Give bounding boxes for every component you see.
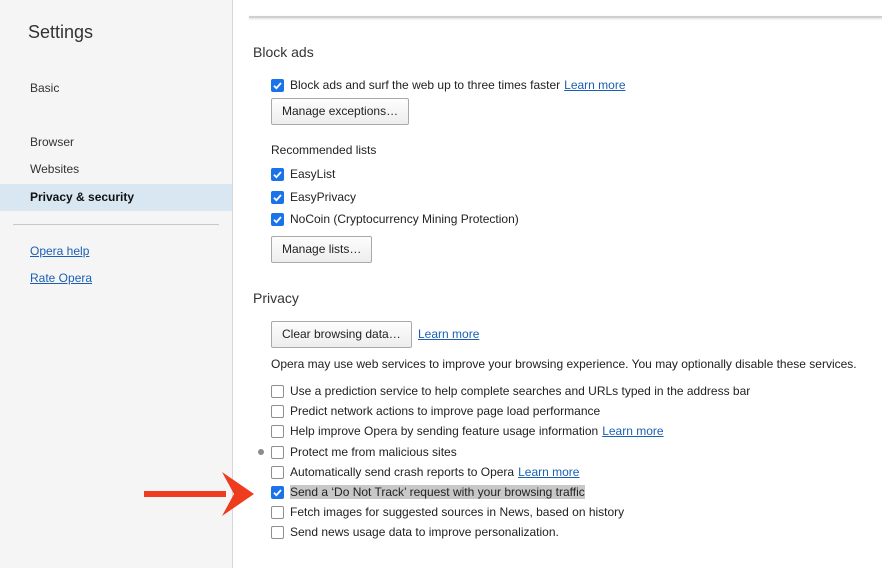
block-ads-learn-more-link[interactable]: Learn more [564,78,625,92]
privacy-option-malicious-sites: Protect me from malicious sites [271,443,457,461]
usage-info-label: Help improve Opera by sending feature us… [290,424,599,438]
do-not-track-checkbox[interactable] [271,485,284,499]
clear-learn-more-wrap: Learn more [418,327,479,341]
block-ads-title: Block ads [253,44,314,60]
clear-browsing-data-button[interactable]: Clear browsing data… [271,321,412,348]
easylist-checkbox[interactable] [271,167,284,181]
privacy-option-usage-info: Help improve Opera by sending feature us… [271,422,664,440]
sidebar-item-privacy-security[interactable]: Privacy & security [0,184,232,211]
clear-learn-more-link[interactable]: Learn more [418,327,479,341]
list-item-nocoin: NoCoin (Cryptocurrency Mining Protection… [271,210,519,228]
header-shadow [249,16,882,18]
usage-info-learn-more-link[interactable]: Learn more [602,424,663,438]
recommended-lists-label: Recommended lists [271,143,377,157]
red-arrow-annotation [144,472,254,516]
do-not-track-label: Send a ‘Do Not Track’ request with your … [290,485,585,499]
prediction-checkbox[interactable] [271,384,284,398]
manage-lists-button[interactable]: Manage lists… [271,236,373,263]
privacy-title: Privacy [253,290,299,306]
sidebar-divider [13,224,219,225]
nocoin-label: NoCoin (Cryptocurrency Mining Protection… [290,212,519,226]
settings-main: Block ads Block ads and surf the web up … [233,0,882,568]
crash-reports-label: Automatically send crash reports to Oper… [290,465,515,479]
policy-indicator-dot [258,449,264,455]
block-ads-checkbox[interactable] [271,78,284,92]
privacy-option-news-usage: Send news usage data to improve personal… [271,523,559,541]
news-usage-checkbox[interactable] [271,525,284,539]
fetch-images-label: Fetch images for suggested sources in Ne… [290,505,625,519]
sidebar-item-websites[interactable]: Websites [0,156,232,183]
sidebar-item-basic[interactable]: Basic [0,75,232,102]
block-ads-row: Block ads and surf the web up to three t… [271,76,626,94]
crash-reports-learn-more-link[interactable]: Learn more [518,465,579,479]
sidebar-item-browser[interactable]: Browser [0,129,232,156]
manage-exceptions-button[interactable]: Manage exceptions… [271,98,410,125]
easyprivacy-label: EasyPrivacy [290,190,357,204]
settings-title: Settings [28,22,94,42]
privacy-option-prediction: Use a prediction service to help complet… [271,382,750,400]
prediction-label: Use a prediction service to help complet… [290,384,751,398]
privacy-option-predict-network: Predict network actions to improve page … [271,402,600,420]
usage-info-checkbox[interactable] [271,424,284,438]
crash-reports-checkbox[interactable] [271,465,284,479]
privacy-option-fetch-images: Fetch images for suggested sources in Ne… [271,503,624,521]
privacy-option-do-not-track: Send a ‘Do Not Track’ request with your … [271,483,585,501]
news-usage-label: Send news usage data to improve personal… [290,525,559,539]
easylist-label: EasyList [290,167,336,181]
privacy-description: Opera may use web services to improve yo… [271,357,857,371]
easyprivacy-checkbox[interactable] [271,190,284,204]
privacy-option-crash-reports: Automatically send crash reports to Oper… [271,463,579,481]
predict-network-label: Predict network actions to improve page … [290,404,601,418]
fetch-images-checkbox[interactable] [271,505,284,519]
opera-help-link[interactable]: Opera help [30,244,89,258]
list-item-easyprivacy: EasyPrivacy [271,188,356,206]
malicious-sites-label: Protect me from malicious sites [290,445,457,459]
list-item-easylist: EasyList [271,165,335,183]
rate-opera-link[interactable]: Rate Opera [30,271,92,285]
predict-network-checkbox[interactable] [271,404,284,418]
block-ads-label: Block ads and surf the web up to three t… [290,78,561,92]
malicious-sites-checkbox[interactable] [271,445,284,459]
nocoin-checkbox[interactable] [271,212,284,226]
